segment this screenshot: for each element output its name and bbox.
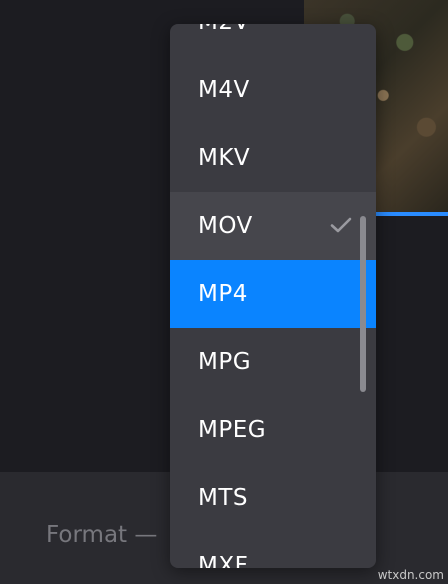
format-options-list: M2V M4V MKV MOV MP4 MPG MPEG bbox=[170, 24, 376, 568]
format-option-label: MTS bbox=[198, 485, 248, 511]
format-option-mxf[interactable]: MXF bbox=[170, 532, 376, 568]
format-option-label: M2V bbox=[198, 24, 250, 35]
format-option-label: MPEG bbox=[198, 417, 267, 443]
format-option-label: MXF bbox=[198, 553, 249, 568]
format-option-mpg[interactable]: MPG bbox=[170, 328, 376, 396]
dropdown-scrollbar[interactable] bbox=[360, 216, 366, 392]
format-option-m2v[interactable]: M2V bbox=[170, 24, 376, 56]
format-option-label: M4V bbox=[198, 77, 250, 103]
format-option-mpeg[interactable]: MPEG bbox=[170, 396, 376, 464]
format-option-label: MP4 bbox=[198, 281, 248, 307]
format-option-m4v[interactable]: M4V bbox=[170, 56, 376, 124]
app-window: Format — M2V M4V MKV MOV MP4 MPG bbox=[0, 0, 448, 584]
format-option-label: MKV bbox=[198, 145, 251, 171]
format-option-mts[interactable]: MTS bbox=[170, 464, 376, 532]
format-option-label: MPG bbox=[198, 349, 252, 375]
format-option-mp4[interactable]: MP4 bbox=[170, 260, 376, 328]
format-label: Format — bbox=[46, 522, 158, 548]
format-dropdown-menu: M2V M4V MKV MOV MP4 MPG MPEG bbox=[170, 24, 376, 568]
checkmark-icon bbox=[330, 217, 352, 233]
format-option-mkv[interactable]: MKV bbox=[170, 124, 376, 192]
watermark: wtxdn.com bbox=[377, 568, 444, 582]
format-option-label: MOV bbox=[198, 213, 253, 239]
format-option-mov[interactable]: MOV bbox=[170, 192, 376, 260]
